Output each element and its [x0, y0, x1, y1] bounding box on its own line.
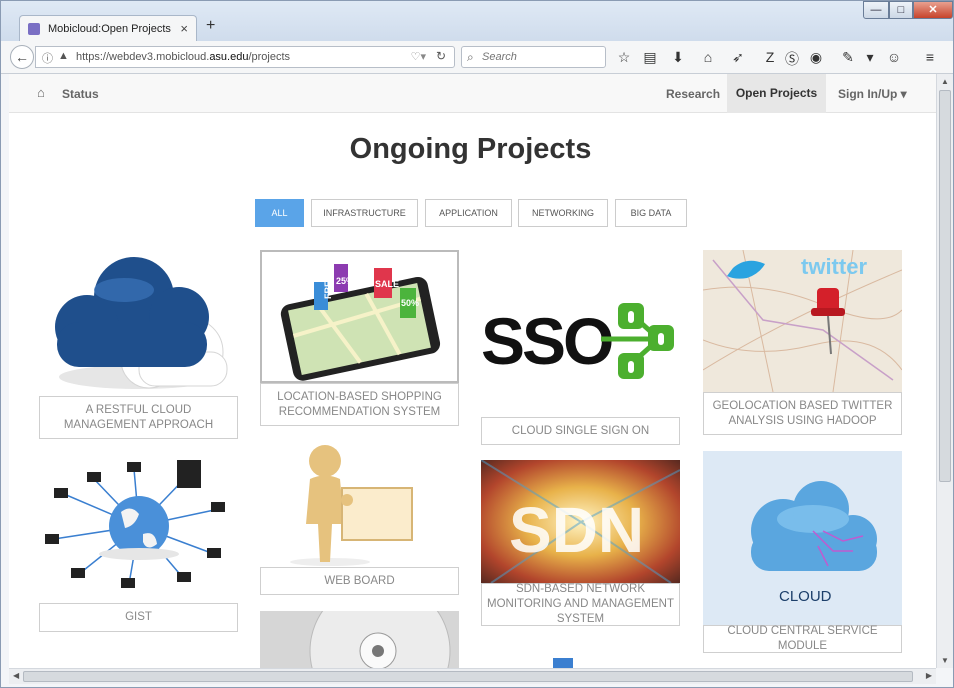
project-caption[interactable]: GIST	[39, 603, 238, 632]
skype-icon[interactable]: Ⓢ	[783, 49, 801, 69]
cloud-logo-text: CLOUD	[779, 588, 832, 605]
scroll-thumb[interactable]	[939, 90, 951, 482]
blue-cloud-icon	[55, 257, 228, 389]
title-bar: Mobicloud:Open Projects × + — □ ✕	[1, 1, 953, 43]
hard-drive-icon	[260, 580, 459, 668]
project-image[interactable]	[39, 454, 238, 602]
project-caption[interactable]: A RESTFUL CLOUD MANAGEMENT APPROACH	[39, 396, 238, 439]
sdn-logo-text: SDN	[509, 494, 644, 566]
search-box[interactable]: ⌕	[461, 46, 606, 68]
project-caption[interactable]: CLOUD SINGLE SIGN ON	[481, 417, 680, 445]
reload-icon[interactable]: ↻	[436, 49, 446, 63]
maximize-button[interactable]: □	[889, 1, 913, 19]
dropdown-icon[interactable]: ▾	[861, 49, 879, 66]
home-icon[interactable]: ⌂	[699, 49, 717, 65]
reading-list-icon[interactable]: ▤	[641, 49, 659, 66]
home-icon[interactable]: ⌂	[37, 85, 45, 100]
twitter-logo-text: twitter	[801, 254, 867, 279]
site-navbar: ⌂ Status Research Open Projects Sign In/…	[9, 74, 936, 113]
download-icon[interactable]: ⬇	[669, 49, 687, 66]
project-image[interactable]: FREE 25% SALE 50%	[260, 250, 459, 383]
scroll-thumb[interactable]	[23, 671, 913, 682]
send-icon[interactable]: ➶	[729, 49, 747, 66]
search-input[interactable]	[482, 49, 602, 65]
project-image[interactable]: SSO	[481, 279, 680, 399]
filter-infrastructure[interactable]: INFRASTRUCTURE	[311, 199, 418, 227]
navigation-toolbar: ← ⓘ ▲ https://webdev3.mobicloud.asu.edu/…	[1, 41, 953, 74]
filter-application[interactable]: APPLICATION	[425, 199, 512, 227]
project-image-partial[interactable]	[553, 658, 573, 668]
project-image[interactable]	[260, 444, 459, 567]
scroll-up-icon[interactable]: ▲	[941, 77, 949, 86]
favicon-icon	[28, 23, 40, 35]
tab-title: Mobicloud:Open Projects	[48, 23, 171, 35]
project-caption[interactable]: WEB BOARD	[260, 567, 459, 595]
nav-research[interactable]: Research	[666, 87, 720, 101]
addon-icon[interactable]: ✎	[839, 49, 857, 66]
info-icon[interactable]: ⓘ	[42, 50, 53, 66]
circuit-cloud-icon: CLOUD	[703, 451, 902, 627]
project-caption[interactable]: CLOUD CENTRAL SERVICE MODULE	[703, 625, 902, 653]
globe-network-icon	[45, 460, 225, 588]
url-text[interactable]: https://webdev3.mobicloud.asu.edu/projec…	[76, 51, 290, 63]
project-image[interactable]: twitter	[702, 249, 903, 393]
sso-logo-text: SSO	[481, 304, 612, 378]
nav-status[interactable]: Status	[62, 87, 99, 101]
nav-sign-in[interactable]: Sign In/Up ▾	[838, 87, 907, 101]
filter-networking[interactable]: NETWORKING	[518, 199, 608, 227]
scroll-left-icon[interactable]: ◀	[13, 671, 19, 680]
tag-50: 50%	[401, 298, 419, 308]
pocket-icon[interactable]: ♡▾	[411, 50, 426, 63]
horizontal-scrollbar[interactable]: ◀ ▶	[9, 668, 936, 684]
close-window-button[interactable]: ✕	[913, 1, 953, 19]
project-caption[interactable]: GEOLOCATION BASED TWITTER ANALYSIS USING…	[703, 392, 902, 435]
browser-tab[interactable]: Mobicloud:Open Projects ×	[19, 15, 197, 43]
search-icon: ⌕	[467, 50, 474, 64]
page-viewport: ⌂ Status Research Open Projects Sign In/…	[9, 74, 936, 668]
sso-logo-icon: SSO	[481, 303, 674, 379]
new-tab-button[interactable]: +	[206, 17, 215, 35]
tag-sale: SALE	[375, 279, 399, 289]
chat-icon[interactable]: ☺	[885, 49, 903, 65]
project-image[interactable]: SDN	[480, 459, 681, 584]
tag-25: 25%	[336, 276, 354, 286]
scroll-down-icon[interactable]: ▼	[941, 656, 949, 665]
zotero-icon[interactable]: Z	[761, 49, 779, 65]
tab-close-icon[interactable]: ×	[180, 21, 188, 36]
sdn-burst-icon: SDN	[480, 459, 681, 584]
scroll-right-icon[interactable]: ▶	[926, 671, 932, 680]
project-image[interactable]	[260, 580, 459, 668]
extension-icon[interactable]: ◉	[807, 49, 825, 66]
project-image[interactable]	[39, 252, 238, 402]
filter-big-data[interactable]: BIG DATA	[615, 199, 687, 227]
nav-open-projects[interactable]: Open Projects	[727, 74, 826, 113]
back-button[interactable]: ←	[10, 45, 34, 69]
smartphone-map-tags-icon: FREE 25% SALE 50%	[280, 264, 441, 381]
figure-with-board-icon	[290, 445, 413, 566]
filter-all[interactable]: ALL	[255, 199, 304, 227]
project-caption[interactable]: SDN-BASED NETWORK MONITORING AND MANAGEM…	[481, 583, 680, 626]
project-caption[interactable]: LOCATION-BASED SHOPPING RECOMMENDATION S…	[260, 383, 459, 426]
tag-free: FREE	[323, 275, 333, 299]
vertical-scrollbar[interactable]: ▲ ▼	[936, 74, 953, 668]
bookmark-star-icon[interactable]: ☆	[615, 49, 633, 66]
browser-window: Mobicloud:Open Projects × + — □ ✕ ← ⓘ ▲ …	[0, 0, 954, 688]
url-bar[interactable]: ⓘ ▲ https://webdev3.mobicloud.asu.edu/pr…	[35, 46, 455, 68]
project-image[interactable]: CLOUD	[703, 451, 902, 627]
warning-icon[interactable]: ▲	[58, 50, 69, 62]
twitter-map-pin-icon: twitter	[702, 249, 903, 393]
page-title: Ongoing Projects	[349, 133, 592, 165]
menu-icon[interactable]: ≡	[921, 49, 939, 65]
minimize-button[interactable]: —	[863, 1, 889, 19]
